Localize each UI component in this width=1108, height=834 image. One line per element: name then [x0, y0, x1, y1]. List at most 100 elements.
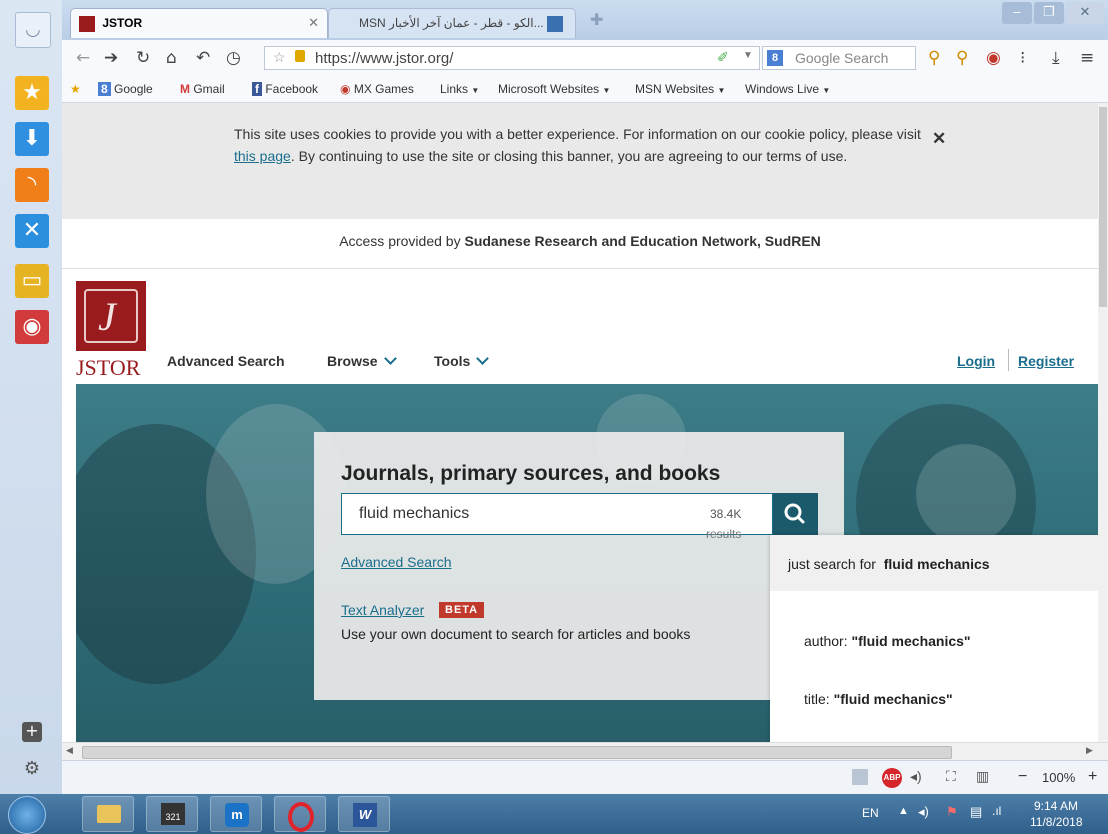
nav-advanced-search[interactable]: Advanced Search — [167, 353, 285, 369]
language-indicator[interactable]: EN — [862, 806, 879, 820]
restore-icon[interactable]: ❐ — [1034, 2, 1064, 24]
search-card: Journals, primary sources, and books flu… — [314, 432, 844, 700]
fullscreen-icon[interactable]: ⛶ — [946, 768, 956, 785]
search-input[interactable]: fluid mechanics 38.4K results — [341, 493, 773, 541]
advanced-search-link[interactable]: Advanced Search — [341, 554, 452, 570]
site-header: J JSTOR Advanced Search Browse Tools Log… — [62, 268, 1098, 384]
tray-volume-icon[interactable]: ◂) — [918, 804, 929, 820]
suggestion-just-search[interactable]: just search for fluid mechanics — [770, 535, 1098, 591]
favorites-star-icon[interactable]: ★ — [15, 76, 49, 110]
register-link[interactable]: Register — [1018, 353, 1074, 369]
cookie-banner: This site uses cookies to provide you wi… — [62, 103, 1098, 219]
suggestion-term: "fluid mechanics" — [851, 633, 971, 649]
bookmark-links[interactable]: Links ▼ — [440, 82, 479, 96]
bookmark-msn[interactable]: MSN Websites ▼ — [635, 82, 725, 96]
tools-icon[interactable]: ✕ — [15, 214, 49, 248]
bookmark-mx-games[interactable]: ◉ MX Games — [340, 82, 414, 96]
games-icon[interactable]: ◉ — [15, 310, 49, 344]
start-button-icon[interactable] — [8, 796, 46, 834]
suggestion-just-search-text: just search for fluid mechanics — [788, 556, 990, 572]
bookmark-microsoft[interactable]: Microsoft Websites ▼ — [498, 82, 610, 96]
mx-icon[interactable]: ◉ — [986, 48, 1001, 68]
bookmark-windows-live[interactable]: Windows Live ▼ — [745, 82, 830, 96]
google-icon: 8 — [98, 82, 111, 96]
split-view-icon[interactable]: ▥ — [976, 768, 989, 785]
horizontal-scrollbar[interactable]: ◀ ▶ — [62, 742, 1108, 761]
taskbar-media-player-icon[interactable]: 321 — [146, 796, 198, 832]
bookmark-google[interactable]: 8 Google — [98, 82, 153, 96]
adblock-icon[interactable]: ABP — [882, 768, 902, 788]
menu-icon[interactable]: ≡ — [1080, 48, 1094, 68]
download-icon[interactable]: ⬇ — [15, 122, 49, 156]
cookie-text-part: . By continuing to use the site or closi… — [290, 148, 848, 164]
taskbar-opera-icon[interactable] — [274, 796, 326, 832]
taskbar-word-icon[interactable]: W — [338, 796, 390, 832]
history-icon[interactable]: ◷ — [226, 48, 241, 68]
taskbar-explorer-icon[interactable] — [82, 796, 134, 832]
jstor-logo-icon[interactable]: J — [76, 281, 146, 351]
minimize-icon[interactable]: – — [1002, 2, 1032, 24]
dropdown-arrow-icon[interactable]: ▼ — [743, 50, 753, 61]
tab-msn[interactable]: ...الكو - قطر - عمان آخر الأخبار MSN — [328, 8, 576, 38]
downloads-icon[interactable]: ⤓ — [1052, 48, 1060, 68]
reload-icon[interactable]: ↻ — [136, 48, 150, 68]
close-cookie-icon[interactable]: ✕ — [932, 129, 946, 149]
tray-expand-icon[interactable]: ▲ — [898, 805, 909, 817]
rss-icon[interactable]: ◝ — [15, 168, 49, 202]
notes-icon[interactable]: ▭ — [15, 264, 49, 298]
bookmark-gmail[interactable]: M Gmail — [180, 82, 225, 96]
nav-tools[interactable]: Tools — [434, 352, 490, 369]
suggestion-title[interactable]: title: "fluid mechanics" — [804, 691, 953, 707]
tab-jstor[interactable]: JSTOR ✕ — [70, 8, 328, 38]
access-notice: Access provided by Sudanese Research and… — [62, 233, 1098, 249]
tray-signal-icon[interactable]: .ıl — [992, 804, 1001, 818]
notify-icon[interactable]: ⁝ — [1020, 48, 1025, 68]
scroll-right-icon[interactable]: ▶ — [1086, 745, 1093, 756]
url-text[interactable]: https://www.jstor.org/ — [315, 50, 453, 67]
pin-icon[interactable]: ✐ — [717, 49, 729, 66]
scrollbar-thumb[interactable] — [82, 746, 952, 759]
jstor-logo-text: JSTOR — [76, 355, 141, 380]
tray-network-icon[interactable]: ▤ — [970, 804, 982, 820]
search-button[interactable] — [773, 493, 818, 535]
search-engine-box[interactable]: 8 Google Search — [762, 46, 916, 70]
hero-background-shape — [916, 444, 1016, 544]
clock-date[interactable]: 11/8/2018 — [1030, 815, 1083, 829]
divider — [1008, 349, 1009, 371]
tray-flag-icon[interactable]: ⚑ — [946, 804, 958, 820]
new-tab-icon[interactable]: ✚ — [590, 10, 603, 30]
scrollbar-thumb[interactable] — [1099, 107, 1107, 307]
address-bar[interactable]: ☆ https://www.jstor.org/ ✐ ▼ — [264, 46, 760, 70]
nav-tools-label: Tools — [434, 353, 471, 369]
bookmark-star-icon[interactable]: ☆ — [273, 49, 286, 66]
zoom-in-button[interactable]: + — [1088, 768, 1097, 786]
volume-icon[interactable]: ◂) — [910, 768, 922, 785]
scroll-left-icon[interactable]: ◀ — [66, 745, 73, 756]
speed-dial-icon[interactable] — [852, 769, 868, 785]
suggestion-author[interactable]: author: "fluid mechanics" — [804, 633, 971, 649]
nav-browse[interactable]: Browse — [327, 352, 397, 369]
google-g-icon[interactable]: 8 — [767, 50, 783, 66]
key-icon[interactable]: ⚲ — [928, 48, 940, 68]
zoom-out-button[interactable]: − — [1018, 768, 1027, 786]
undo-icon[interactable]: ↶ — [196, 48, 210, 68]
login-link[interactable]: Login — [957, 353, 995, 369]
search-query[interactable]: fluid mechanics — [359, 505, 469, 523]
home-icon[interactable]: ⌂ — [166, 48, 177, 68]
close-tab-icon[interactable]: ✕ — [308, 15, 319, 31]
beta-badge: BETA — [439, 602, 485, 618]
back-icon[interactable]: ← — [76, 48, 90, 68]
clock-time[interactable]: 9:14 AM — [1034, 799, 1078, 813]
text-analyzer-link[interactable]: Text Analyzer — [341, 602, 424, 618]
forward-icon[interactable]: ➔ — [104, 48, 118, 68]
search-person-icon[interactable]: ⚲ — [956, 48, 968, 68]
smiley-icon[interactable]: ◡ — [15, 12, 51, 48]
bookmark-facebook[interactable]: f Facebook — [252, 82, 318, 96]
vertical-scrollbar[interactable] — [1098, 103, 1108, 742]
cookie-policy-link[interactable]: this page — [234, 148, 291, 164]
add-panel-icon[interactable]: + — [22, 722, 42, 742]
bookmarks-star-icon[interactable]: ★ — [70, 82, 81, 96]
settings-gear-icon[interactable]: ⚙ — [22, 760, 42, 780]
taskbar-maxthon-icon[interactable]: m — [210, 796, 262, 832]
close-window-icon[interactable]: ✕ — [1066, 2, 1104, 24]
